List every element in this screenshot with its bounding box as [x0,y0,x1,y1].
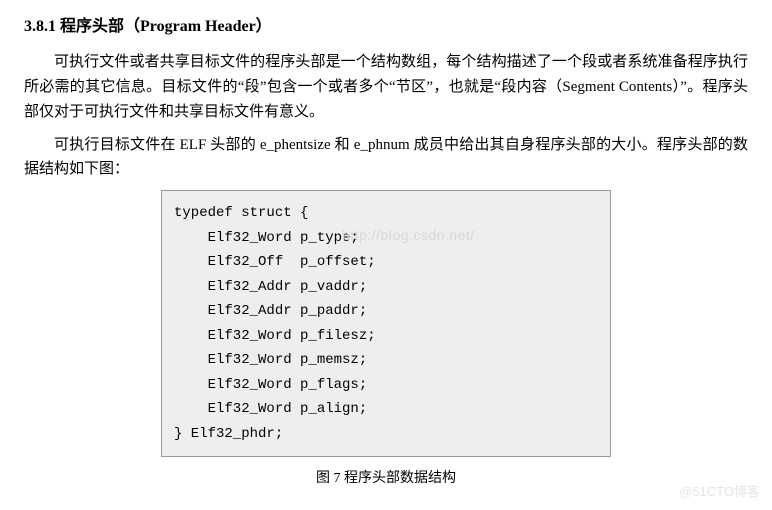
code-block-wrapper: http://blog.csdn.net/typedef struct { El… [24,190,748,457]
body-paragraph-2: 可执行目标文件在 ELF 头部的 e_phentsize 和 e_phnum 成… [24,133,748,183]
corner-watermark: @51CTO博客 [679,481,760,502]
code-block: http://blog.csdn.net/typedef struct { El… [161,190,611,457]
code-watermark: http://blog.csdn.net/ [342,223,475,248]
section-heading: 3.8.1 程序头部（Program Header） [24,14,748,40]
figure-caption: 图 7 程序头部数据结构 [24,467,748,490]
body-paragraph-1: 可执行文件或者共享目标文件的程序头部是一个结构数组，每个结构描述了一个段或者系统… [24,50,748,124]
